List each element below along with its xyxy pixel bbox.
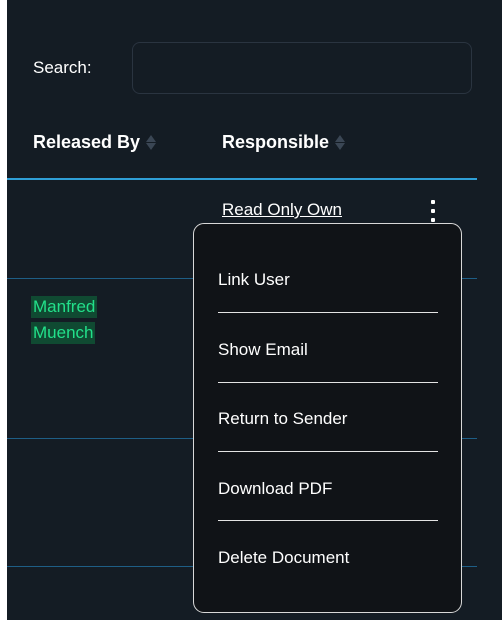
row-actions-menu: Link User Show Email Return to Sender Do… xyxy=(193,223,462,613)
kebab-menu-icon[interactable] xyxy=(426,200,440,222)
search-label: Search: xyxy=(33,58,92,77)
menu-item-download-pdf[interactable]: Download PDF xyxy=(194,455,414,523)
menu-item-link-user[interactable]: Link User xyxy=(194,246,414,314)
table-header-divider xyxy=(7,178,477,180)
menu-item-label: Delete Document xyxy=(218,548,350,567)
search-input[interactable] xyxy=(132,42,472,94)
search-row: Search: xyxy=(33,41,472,95)
released-by-name: Manfred Muench xyxy=(31,296,98,344)
column-header-label: Responsible xyxy=(222,132,330,152)
sort-icon[interactable] xyxy=(335,135,346,150)
released-by-first-name: Manfred xyxy=(31,296,98,318)
column-header-released-by[interactable]: Released By xyxy=(33,132,157,153)
page: Search: Released By Responsible Read Onl… xyxy=(0,0,502,620)
column-header-responsible[interactable]: Responsible xyxy=(222,132,346,153)
menu-divider xyxy=(218,451,438,452)
sort-icon[interactable] xyxy=(146,135,157,150)
menu-item-show-email[interactable]: Show Email xyxy=(194,316,414,384)
menu-item-label: Show Email xyxy=(218,340,308,359)
menu-item-label: Return to Sender xyxy=(218,409,348,428)
menu-item-return-to-sender[interactable]: Return to Sender xyxy=(194,385,414,453)
menu-item-label: Link User xyxy=(218,270,290,289)
menu-item-delete-document[interactable]: Delete Document xyxy=(194,524,414,592)
menu-divider xyxy=(218,382,438,383)
released-by-last-name: Muench xyxy=(31,322,96,344)
menu-divider xyxy=(218,520,438,521)
responsible-link[interactable]: Read Only Own xyxy=(222,200,342,220)
menu-item-label: Download PDF xyxy=(218,479,333,498)
menu-divider xyxy=(218,312,438,313)
column-header-label: Released By xyxy=(33,132,141,152)
